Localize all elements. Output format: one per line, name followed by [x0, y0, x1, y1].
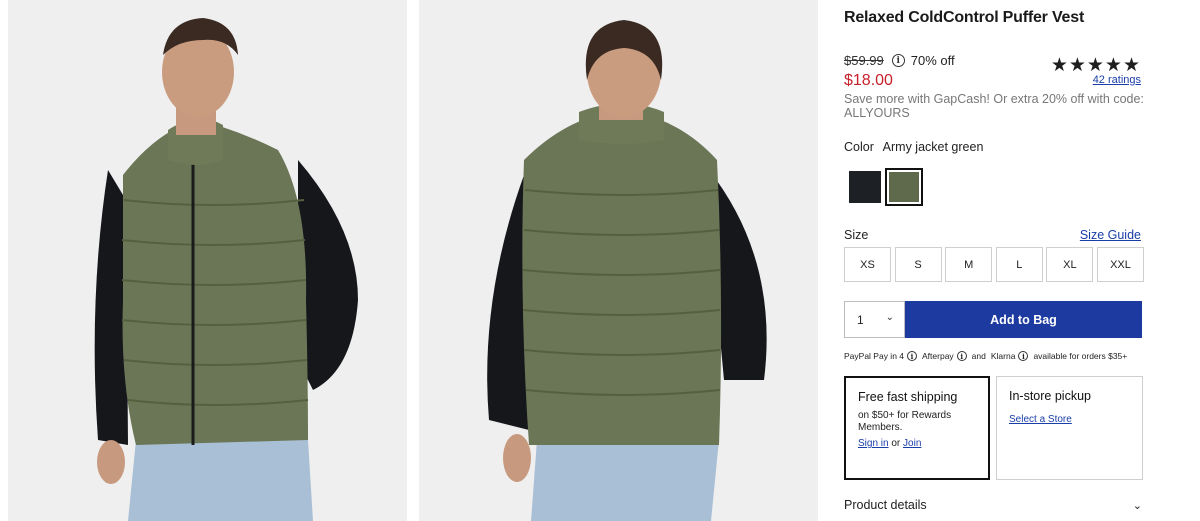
size-button-xs[interactable]: XS: [844, 247, 891, 282]
sale-price: $18.00: [844, 72, 893, 89]
and-text: and: [971, 351, 986, 361]
product-image-front[interactable]: [8, 0, 407, 521]
or-text: or: [891, 438, 904, 449]
product-image-back[interactable]: [419, 0, 818, 521]
sign-in-link[interactable]: Sign in: [858, 438, 889, 449]
swatch-fill: [849, 171, 881, 203]
chevron-down-icon: ⌄: [885, 312, 894, 323]
klarna-label: Klarna: [990, 351, 1016, 361]
chevron-down-icon[interactable]: ⌄: [1133, 499, 1142, 512]
size-label: Size: [844, 228, 869, 242]
discount-label: 70% off: [910, 53, 955, 68]
fast-shipping-title: Free fast shipping: [858, 390, 958, 404]
product-details-toggle[interactable]: Product details: [844, 498, 927, 512]
paypal-label: PayPal Pay in 4: [844, 351, 905, 361]
size-guide-link[interactable]: Size Guide: [1080, 228, 1141, 242]
signin-join-row: Sign in or Join: [858, 438, 976, 449]
color-label: Color: [844, 140, 874, 154]
pickup-title: In-store pickup: [1009, 389, 1091, 403]
afterpay-label: Afterpay: [922, 351, 954, 361]
select-store-link[interactable]: Select a Store: [1009, 414, 1072, 425]
quantity-value: 1: [857, 312, 864, 327]
shipping-option-pickup[interactable]: In-store pickup Select a Store: [996, 376, 1143, 480]
size-button-xxl[interactable]: XXL: [1096, 247, 1144, 282]
ratings-link[interactable]: 42 ratings: [1093, 74, 1141, 86]
size-button-l[interactable]: L: [995, 247, 1043, 282]
size-button-s[interactable]: S: [894, 247, 942, 282]
bnpl-terms: available for orders $35+: [1033, 351, 1128, 361]
info-icon[interactable]: i: [907, 351, 918, 361]
selected-color-name: Army jacket green: [882, 140, 984, 154]
color-swatch-army-green[interactable]: [885, 168, 923, 206]
fast-shipping-subtitle: on $50+ for Rewards Members.: [858, 410, 952, 433]
join-link[interactable]: Join: [903, 438, 921, 449]
size-button-xl[interactable]: XL: [1046, 247, 1094, 282]
size-options: XS S M L XL XXL: [844, 247, 1148, 282]
product-photo-front-illustration: [8, 0, 407, 521]
color-label-row: Color Army jacket green: [844, 140, 983, 154]
original-price: $59.99: [844, 53, 884, 68]
info-icon[interactable]: i: [1018, 351, 1029, 361]
color-swatch-black[interactable]: [846, 168, 884, 206]
info-icon[interactable]: i: [956, 351, 967, 361]
promo-text: Save more with GapCash! Or extra 20% off…: [844, 92, 1144, 120]
add-to-bag-button[interactable]: Add to Bag: [905, 301, 1142, 338]
product-photo-back-illustration: [419, 0, 818, 521]
quantity-select[interactable]: 1 ⌄: [844, 301, 905, 338]
info-icon[interactable]: i: [891, 54, 905, 67]
shipping-option-fast[interactable]: Free fast shipping on $50+ for Rewards M…: [844, 376, 990, 480]
swatch-fill: [889, 172, 919, 202]
product-title: Relaxed ColdControl Puffer Vest: [844, 9, 1085, 26]
bnpl-row: PayPal Pay in 4 i Afterpay i and Klarna …: [844, 351, 1127, 361]
price-row: $59.99 i 70% off: [844, 53, 955, 68]
size-button-m[interactable]: M: [945, 247, 993, 282]
